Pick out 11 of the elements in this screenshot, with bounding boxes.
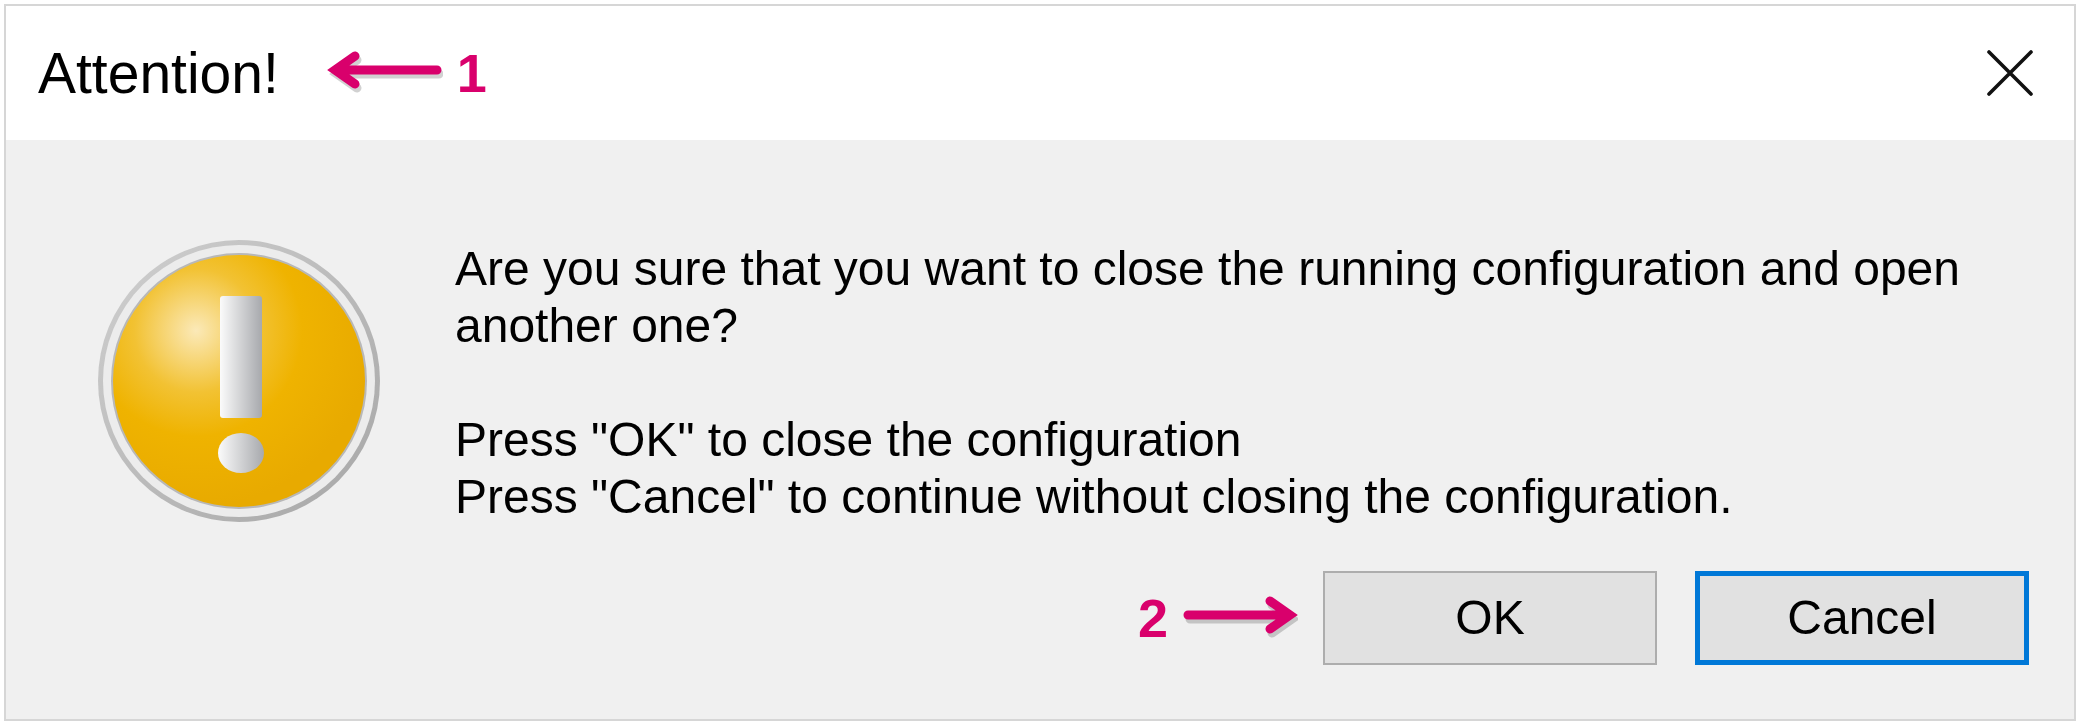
warning-icon — [98, 240, 380, 522]
dialog-button[interactable]: Cancel — [1695, 571, 2029, 665]
message-text: Press "OK" to close the configuration — [455, 412, 1243, 468]
message-text: Press "Cancel" to continue without closing the configuration. — [455, 469, 1734, 525]
callout-number: 1 — [456, 46, 487, 100]
callout-number: 2 — [1137, 591, 1168, 645]
close-button[interactable] — [1987, 50, 2033, 96]
message-text: Are you sure that you want to close the running configuration and open another one? — [455, 241, 1961, 354]
window-title: Attention! — [38, 41, 279, 105]
close-icon — [1987, 50, 2033, 96]
dialog-button[interactable]: OK — [1323, 571, 1657, 665]
